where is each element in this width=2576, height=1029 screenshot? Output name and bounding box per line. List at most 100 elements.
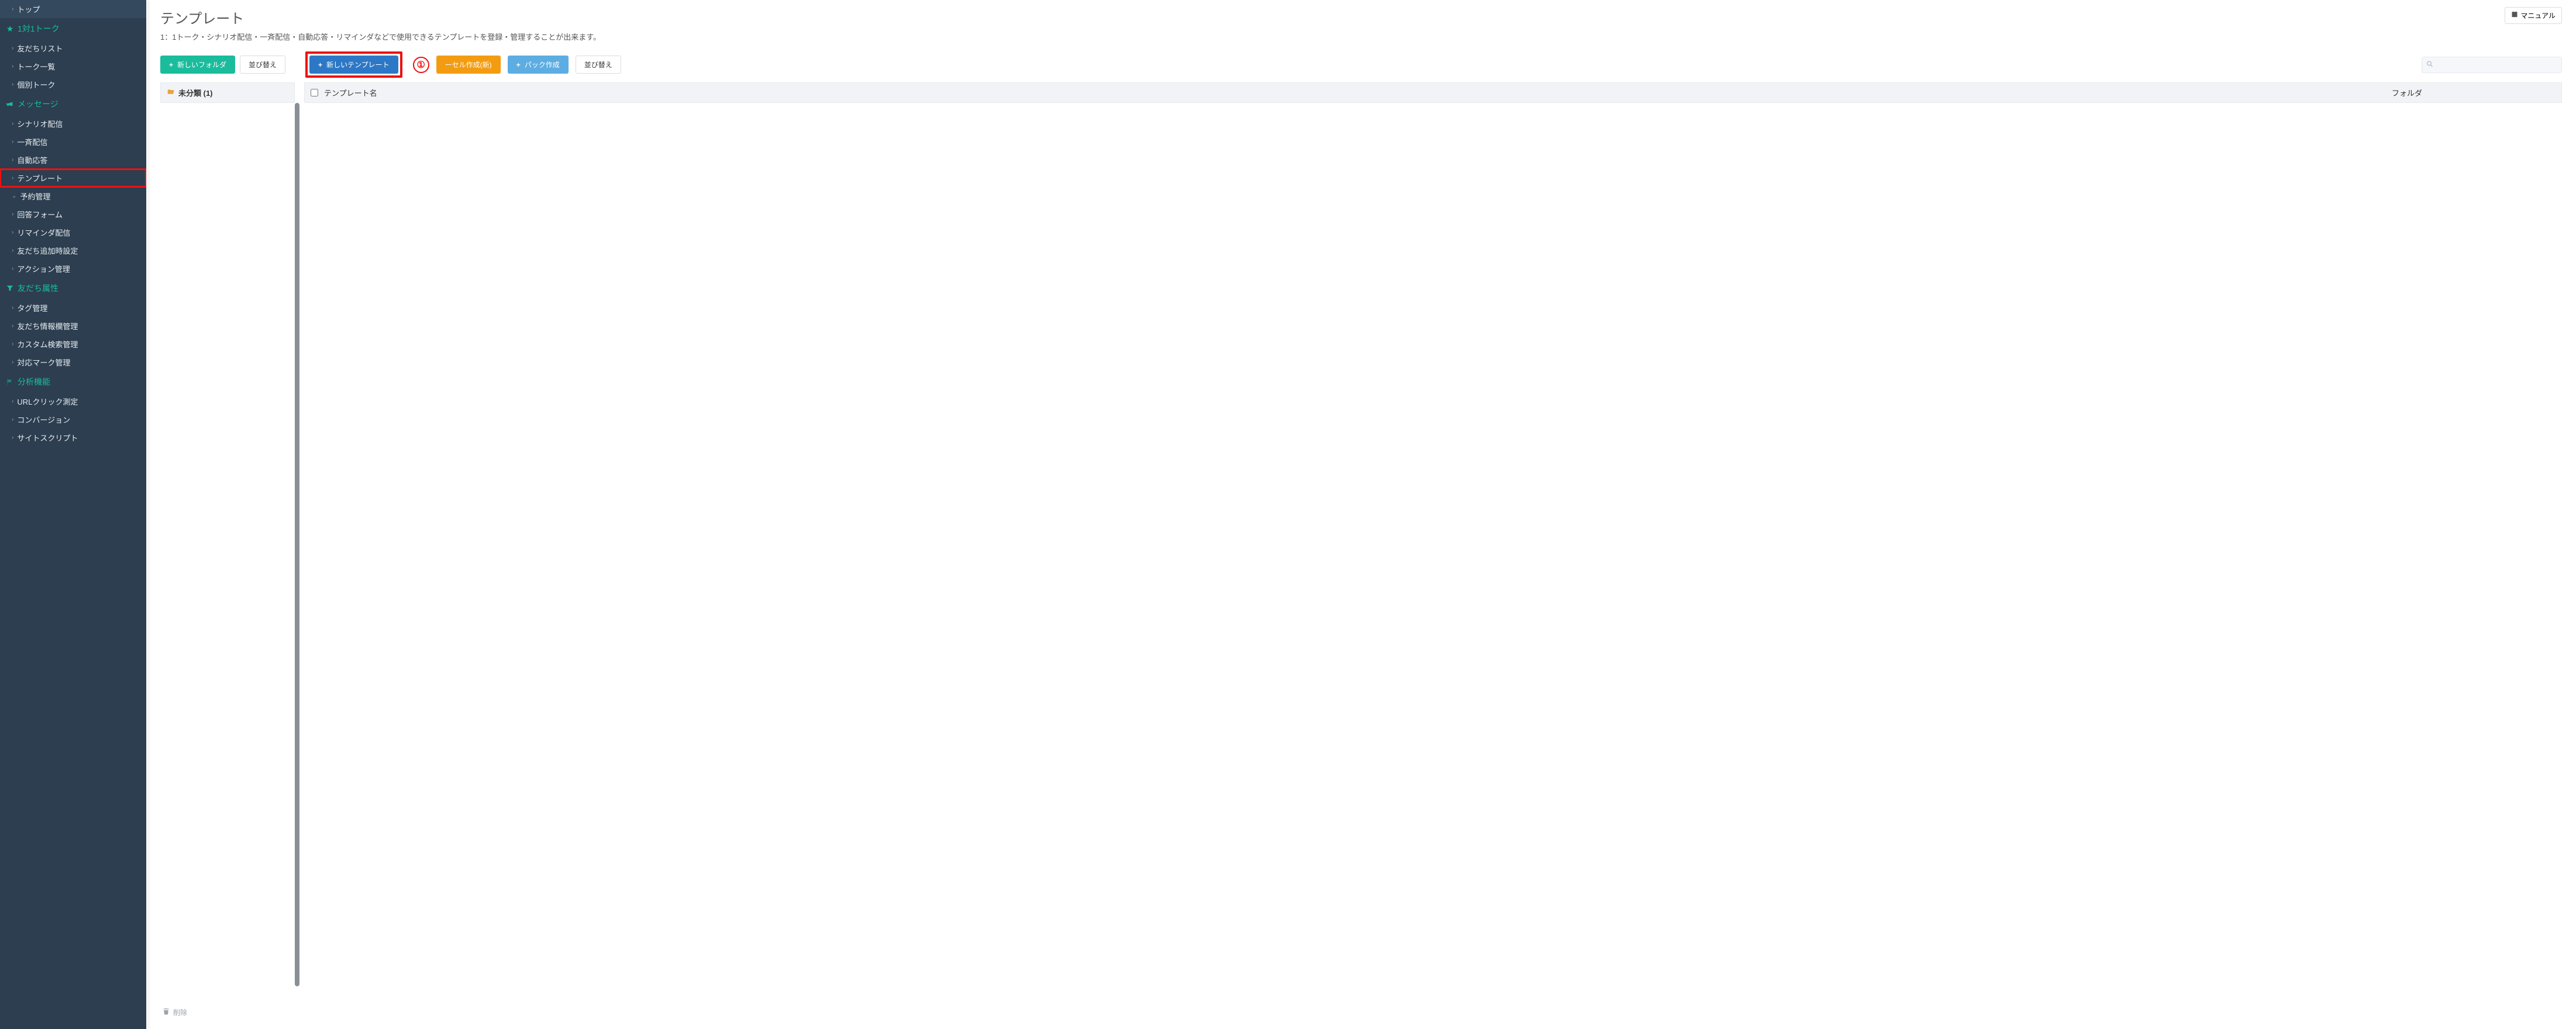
sidebar-label: リマインダ配信 [17, 227, 70, 238]
chevron-right-icon: › [12, 157, 13, 163]
sidebar-item-top[interactable]: › トップ [0, 0, 146, 18]
sidebar-label: サイトスクリプト [17, 432, 78, 443]
sidebar-label: URLクリック測定 [17, 396, 78, 407]
sidebar-section-message[interactable]: メッセージ [0, 94, 146, 115]
manual-button[interactable]: マニュアル [2505, 7, 2562, 24]
sidebar-label: 友だち情報欄管理 [17, 320, 78, 332]
sidebar-label: カスタム検索管理 [17, 339, 78, 350]
sidebar-section-attributes[interactable]: 友だち属性 [0, 278, 146, 299]
sidebar-item-broadcast[interactable]: › 一斉配信 [0, 133, 146, 151]
new-template-button[interactable]: 新しいテンプレート [309, 56, 398, 74]
chevron-right-icon: › [12, 434, 13, 441]
sidebar-item-action-manage[interactable]: › アクション管理 [0, 260, 146, 278]
btn-label: パック作成 [525, 60, 560, 70]
sidebar-item-url-click[interactable]: › URLクリック測定 [0, 392, 146, 410]
manual-label: マニュアル [2520, 11, 2556, 20]
chevron-right-icon: › [12, 247, 13, 254]
sidebar-item-reservation[interactable]: ⌄ 予約管理 [0, 187, 146, 205]
folder-column: 未分類 (1) 削除 [160, 82, 295, 1022]
chevron-right-icon: › [12, 341, 13, 347]
sidebar-label: アクション管理 [17, 263, 70, 274]
chevron-right-icon: › [12, 175, 13, 181]
delete-label: 削除 [173, 1007, 187, 1017]
section-label: 1対1トーク [18, 23, 60, 34]
sidebar-section-1on1[interactable]: ★ 1対1トーク [0, 18, 146, 39]
sidebar-item-answer-form[interactable]: ›回答フォーム [0, 205, 146, 223]
chevron-right-icon: › [12, 229, 13, 236]
chevron-right-icon: › [12, 120, 13, 127]
sidebar-label: トップ [17, 4, 40, 15]
toolbar: 新しいフォルダ 並び替え 新しいテンプレート ① ーセル作成(新) パック作成 … [160, 51, 2562, 78]
star-icon: ★ [6, 25, 14, 33]
scrollbar[interactable] [146, 0, 150, 1029]
filter-icon [6, 284, 14, 292]
chevron-down-icon: ⌄ [12, 193, 16, 199]
pack-create-button[interactable]: パック作成 [508, 56, 569, 74]
sidebar-item-site-script[interactable]: › サイトスクリプト [0, 429, 146, 447]
folder-label: 未分類 (1) [178, 87, 213, 98]
flag-icon [6, 378, 14, 386]
search-input[interactable] [2422, 57, 2562, 73]
sidebar-label: タグ管理 [17, 302, 47, 313]
select-all-checkbox[interactable] [311, 89, 318, 96]
scrollbar[interactable] [295, 103, 299, 986]
chevron-right-icon: › [12, 139, 13, 145]
chevron-right-icon: › [12, 323, 13, 329]
chevron-right-icon: › [12, 416, 13, 423]
sidebar-item-friend-info[interactable]: › 友だち情報欄管理 [0, 317, 146, 335]
sidebar-item-reminder[interactable]: › リマインダ配信 [0, 223, 146, 241]
sidebar-item-custom-search[interactable]: › カスタム検索管理 [0, 335, 146, 353]
sidebar-item-template[interactable]: › テンプレート [0, 169, 146, 187]
sidebar-item-mark-manage[interactable]: ›対応マーク管理 [0, 353, 146, 371]
sidebar-item-friend-add-settings[interactable]: ›友だち追加時設定 [0, 241, 146, 260]
btn-label: ーセル作成(新) [445, 60, 492, 70]
sidebar-label: 対応マーク管理 [17, 357, 70, 368]
folder-uncategorized[interactable]: 未分類 (1) [160, 82, 295, 103]
table-header: テンプレート名 フォルダ [304, 82, 2562, 103]
template-column: テンプレート名 フォルダ [304, 82, 2562, 1022]
sidebar-label: 一斉配信 [17, 136, 47, 147]
main-content: テンプレート マニュアル 1：1トーク・シナリオ配信・一斉配信・自動応答・リマイ… [146, 0, 2576, 1029]
chevron-right-icon: › [12, 398, 13, 405]
folder-open-icon [167, 88, 175, 97]
btn-label: 新しいテンプレート [326, 60, 390, 70]
sidebar-item-individual-talk[interactable]: › 個別トーク [0, 75, 146, 94]
carousel-create-button[interactable]: ーセル作成(新) [436, 56, 501, 74]
page-description: 1：1トーク・シナリオ配信・一斉配信・自動応答・リマインダなどで使用できるテンプ… [160, 31, 2562, 42]
chevron-right-icon: › [12, 45, 13, 51]
sidebar-item-scenario[interactable]: ›シナリオ配信 [0, 115, 146, 133]
book-icon [2511, 11, 2518, 20]
sidebar-section-analytics[interactable]: 分析機能 [0, 371, 146, 392]
sidebar-label: コンバージョン [17, 414, 70, 425]
sidebar-label: 友だちリスト [17, 43, 63, 54]
step-highlight: 新しいテンプレート [305, 51, 402, 78]
section-label: メッセージ [18, 98, 58, 110]
search-icon [2426, 60, 2433, 69]
sidebar-item-talk-list[interactable]: ›トーク一覧 [0, 57, 146, 75]
chevron-right-icon: › [12, 63, 13, 70]
btn-label: 新しいフォルダ [177, 60, 226, 70]
btn-label: 並び替え [584, 60, 612, 70]
btn-label: 並び替え [249, 60, 277, 70]
section-label: 分析機能 [18, 376, 50, 388]
sidebar-label: 自動応答 [17, 154, 47, 165]
sort-folders-button[interactable]: 並び替え [240, 56, 285, 74]
sidebar-label: テンプレート [17, 172, 63, 184]
sidebar-item-friends-list[interactable]: › 友だちリスト [0, 39, 146, 57]
chevron-right-icon: › [12, 265, 13, 272]
chevron-right-icon: › [12, 211, 13, 217]
sidebar: › トップ ★ 1対1トーク › 友だちリスト ›トーク一覧 › 個別トーク メッセ… [0, 0, 146, 1029]
sort-templates-button[interactable]: 並び替え [576, 56, 621, 74]
step-indicator-1: ① [413, 57, 429, 73]
chevron-right-icon: › [12, 81, 13, 88]
sidebar-item-auto-reply[interactable]: › 自動応答 [0, 151, 146, 169]
section-label: 友だち属性 [18, 282, 58, 294]
column-template-name: テンプレート名 [324, 87, 2392, 98]
sidebar-label: 個別トーク [17, 79, 55, 90]
sidebar-label: 予約管理 [20, 191, 50, 202]
new-folder-button[interactable]: 新しいフォルダ [160, 56, 235, 74]
delete-folder-button[interactable]: 削除 [160, 1003, 295, 1022]
sidebar-item-tag-manage[interactable]: ›タグ管理 [0, 299, 146, 317]
page-title: テンプレート [160, 7, 244, 27]
sidebar-item-conversion[interactable]: › コンバージョン [0, 410, 146, 429]
